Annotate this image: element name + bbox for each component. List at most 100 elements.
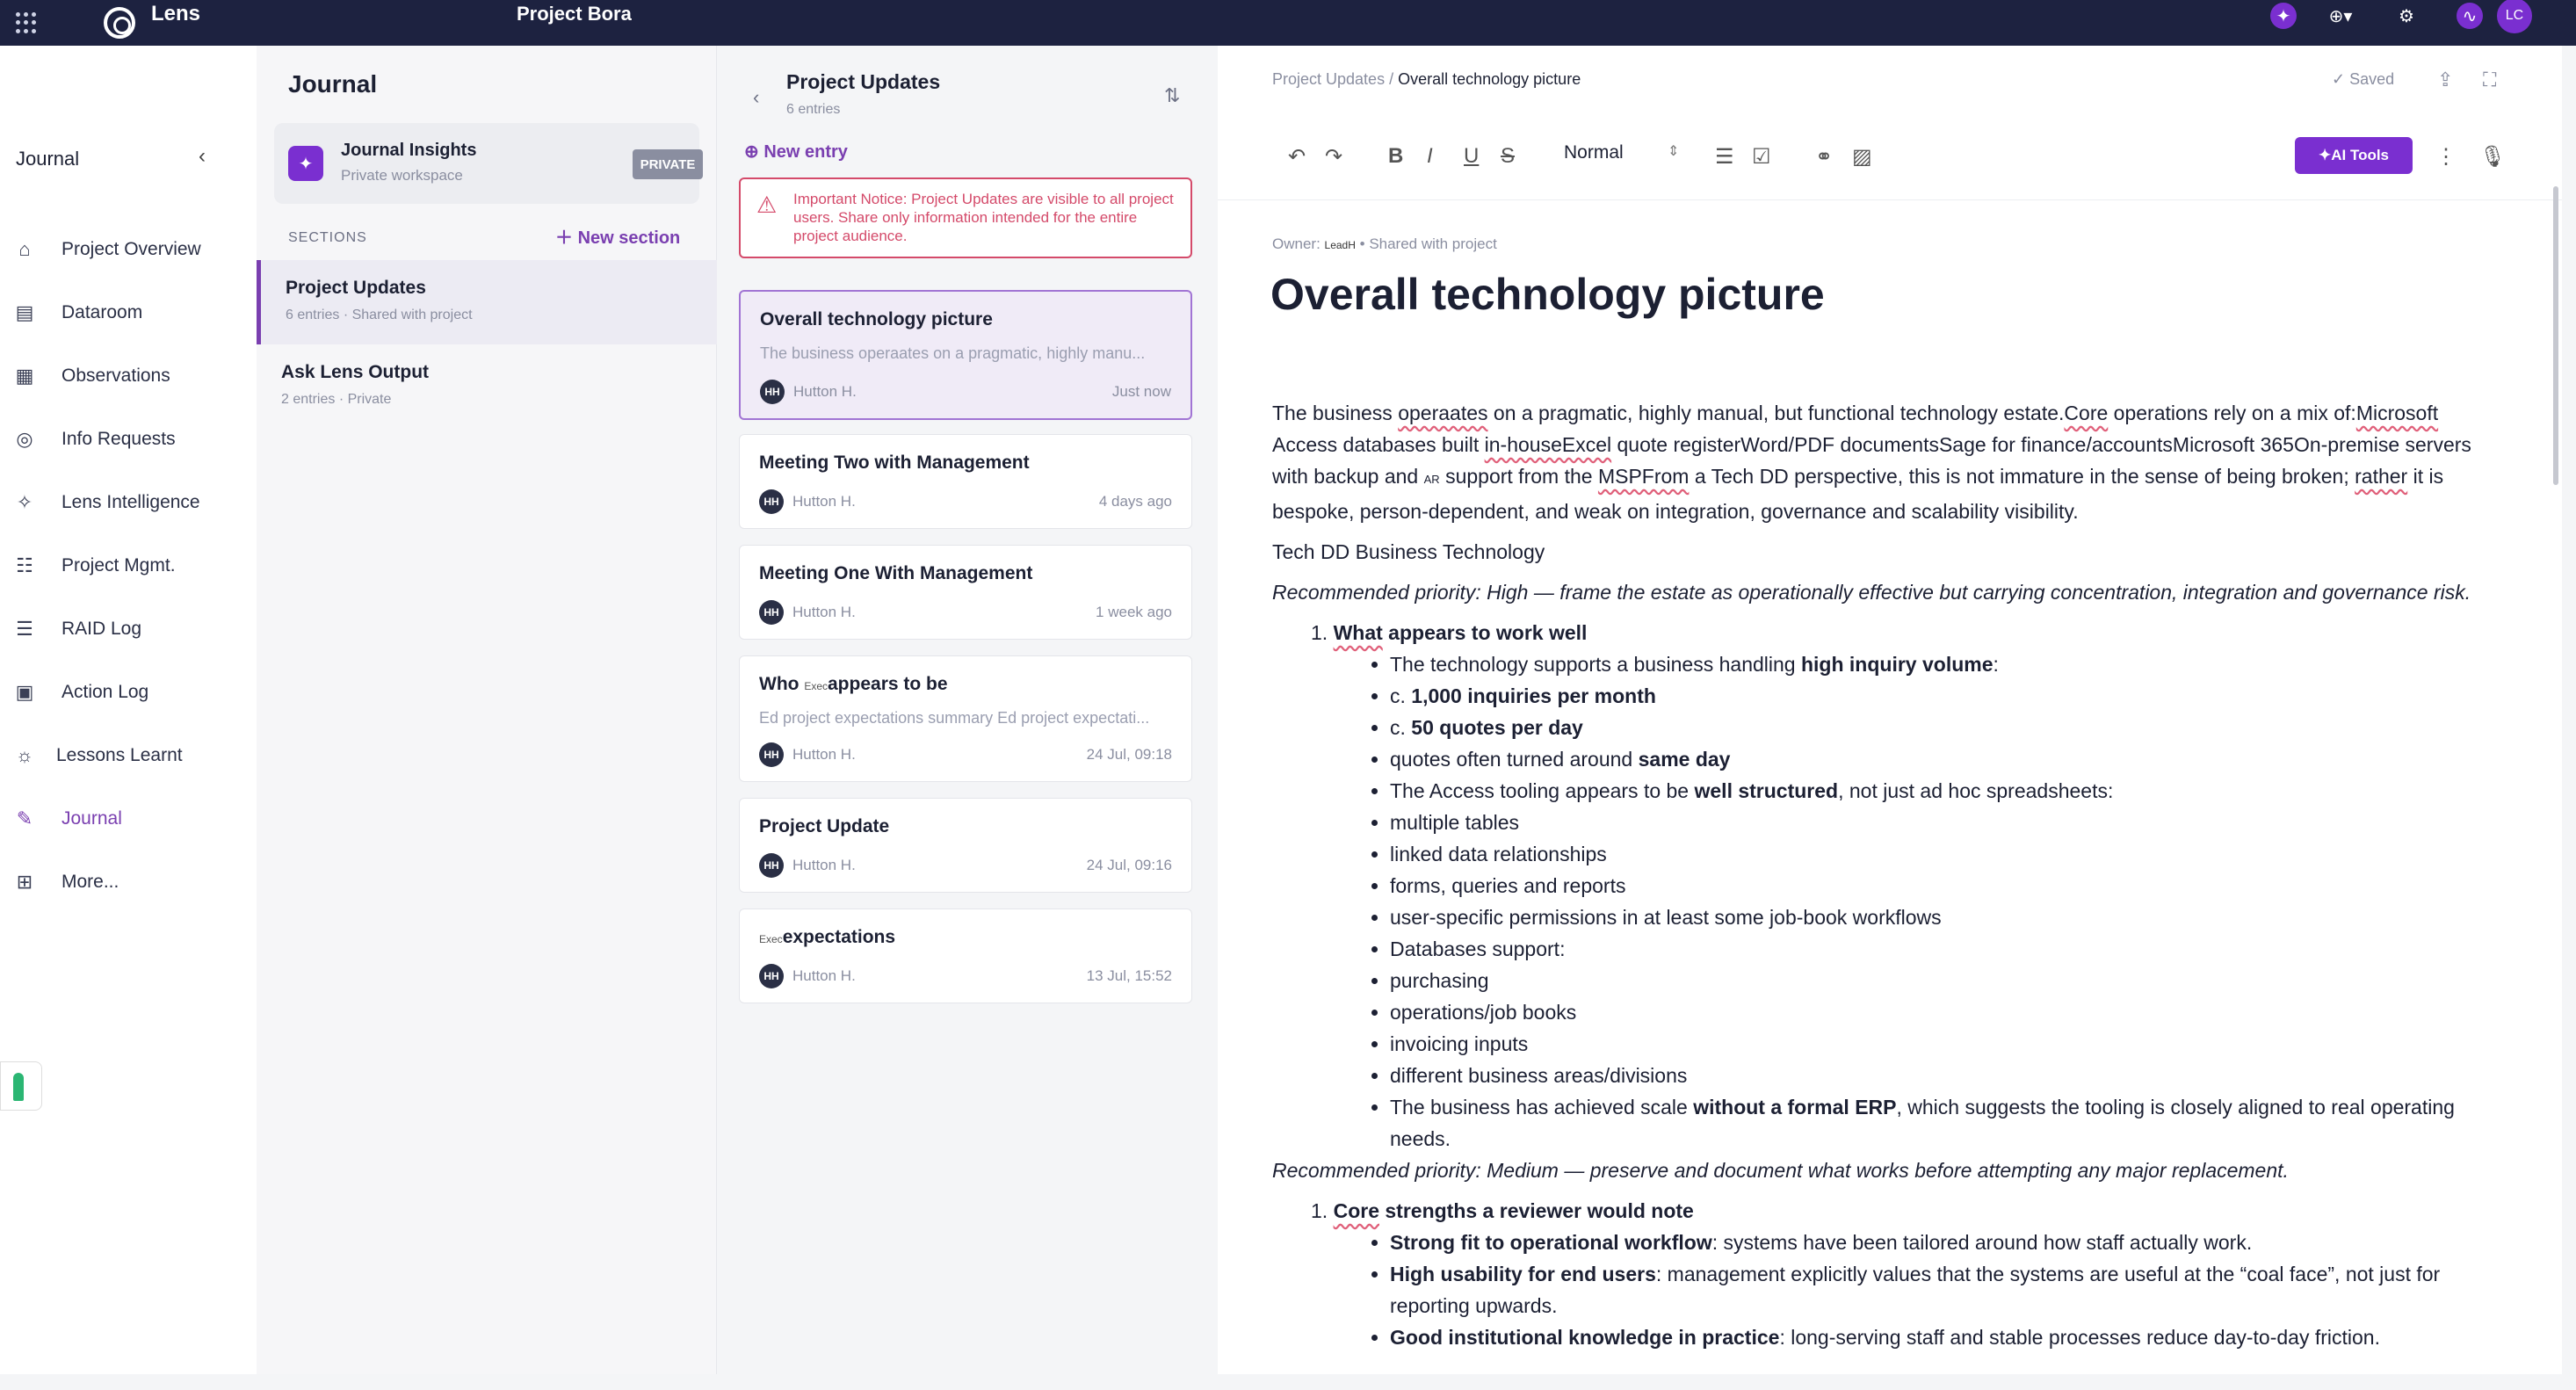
entry-title: Meeting Two with Management: [759, 452, 1030, 473]
entry-time: 1 week ago: [1096, 604, 1172, 620]
app-launcher-icon[interactable]: [16, 12, 37, 33]
entry-title-text: appears to be: [828, 674, 948, 694]
journal-sections-panel: Journal ✦ Journal Insights Private works…: [257, 46, 717, 1374]
journal-icon: ✎: [16, 807, 33, 829]
nav-item-more[interactable]: ⊞ More...: [0, 859, 257, 905]
sparkle-icon: ✧: [16, 491, 33, 513]
entry-title: Execexpectations: [759, 927, 895, 948]
new-section-label: New section: [577, 228, 681, 248]
project-name[interactable]: Project Bora: [517, 0, 632, 28]
feedback-tab[interactable]: [0, 1061, 42, 1111]
entry-card[interactable]: Execexpectations HH Hutton H. 13 Jul, 15…: [739, 909, 1192, 1003]
bold-text: same day: [1638, 748, 1731, 771]
list-item: Good institutional knowledge in practice…: [1390, 1321, 2502, 1353]
nav-item-project-mgmt[interactable]: ☷ Project Mgmt.: [0, 543, 257, 589]
nav-item-project-overview[interactable]: ⌂ Project Overview: [0, 227, 257, 272]
section-name: Ask Lens Output: [281, 362, 430, 382]
misspelled-word: in-houseExcel: [1484, 433, 1612, 456]
nav-label: Lessons Learnt: [56, 745, 183, 765]
link-icon[interactable]: ⚭: [1815, 144, 1833, 170]
section-ask-lens-output[interactable]: Ask Lens Output 2 entries · Private: [257, 344, 717, 429]
entry-card[interactable]: Overall technology picture The business …: [739, 290, 1192, 420]
ai-tools-button[interactable]: ✦ AI Tools: [2295, 137, 2413, 174]
more-options-icon[interactable]: ⋮: [2435, 144, 2457, 170]
entry-card[interactable]: Meeting Two with Management HH Hutton H.…: [739, 434, 1192, 529]
text-style-select[interactable]: Normal ⇕: [1564, 142, 1679, 174]
breadcrumb-current: Overall technology picture: [1398, 70, 1581, 88]
nav-label: RAID Log: [62, 619, 142, 639]
activity-pulse-icon[interactable]: ∿: [2457, 3, 2483, 29]
notice-text: Important Notice: Project Updates are vi…: [793, 191, 1174, 244]
section-meta: 6 entries · Shared with project: [286, 308, 473, 322]
brand-name: Lens: [151, 2, 201, 25]
settings-gear-icon[interactable]: ⚙: [2393, 3, 2420, 29]
text: The Access tooling appears to be: [1390, 779, 1695, 802]
bold-text: high inquiry volume: [1800, 653, 1994, 676]
nav-header: Journal: [16, 148, 80, 170]
italic-icon[interactable]: I: [1427, 144, 1433, 169]
nav-item-action-log[interactable]: ▣ Action Log: [0, 670, 257, 715]
entry-card[interactable]: Who Execappears to be Ed project expecta…: [739, 655, 1192, 782]
fullscreen-icon[interactable]: ⛶: [2483, 69, 2496, 91]
back-chevron-icon[interactable]: ‹: [753, 86, 759, 109]
bullet-list: The technology supports a business handl…: [1390, 648, 2502, 1155]
ai-assistant-icon[interactable]: ✦: [2270, 3, 2297, 29]
add-menu-icon[interactable]: ⊕▾: [2319, 3, 2362, 29]
entry-author: Hutton H.: [792, 493, 856, 510]
raid-icon: ☰: [16, 618, 33, 640]
nav-item-dataroom[interactable]: ▤ Dataroom: [0, 290, 257, 336]
nav-item-info-requests[interactable]: ◎ Info Requests: [0, 416, 257, 462]
share-icon[interactable]: ⇪: [2437, 69, 2453, 91]
document-title[interactable]: Overall technology picture: [1270, 269, 1825, 320]
strikethrough-icon[interactable]: S: [1501, 144, 1515, 169]
left-navigation: Journal ‹ ⌂ Project Overview ▤ Dataroom ▦ O…: [0, 46, 257, 1374]
nav-item-raid-log[interactable]: ☰ RAID Log: [0, 606, 257, 652]
author-avatar: HH: [759, 489, 784, 514]
text: Access databases built: [1272, 433, 1485, 456]
nav-label: Lens Intelligence: [62, 492, 200, 512]
nav-item-lessons-learnt[interactable]: ☼ Lessons Learnt: [0, 733, 257, 778]
bold-text: Good institutional knowledge in practice: [1390, 1326, 1780, 1349]
collapse-nav-icon[interactable]: ‹: [199, 144, 206, 169]
home-icon: ⌂: [18, 238, 31, 260]
new-section-button[interactable]: ＋ New section: [555, 223, 680, 249]
underline-icon[interactable]: U: [1464, 144, 1479, 169]
entry-card[interactable]: Project Update HH Hutton H. 24 Jul, 09:1…: [739, 798, 1192, 893]
document-body[interactable]: The business operaates on a pragmatic, h…: [1272, 397, 2502, 1353]
priority-note: Recommended priority: Medium — preserve …: [1272, 1159, 2289, 1182]
section-project-updates[interactable]: Project Updates 6 entries · Shared with …: [257, 260, 717, 344]
list-item: quotes often turned around same day: [1390, 743, 2502, 775]
bullet-list-icon[interactable]: ☰: [1715, 144, 1734, 170]
list-item: Strong fit to operational workflow: syst…: [1390, 1227, 2502, 1258]
breadcrumb-parent[interactable]: Project Updates: [1272, 70, 1385, 88]
entry-time: 4 days ago: [1098, 493, 1172, 510]
nav-label: Dataroom: [62, 302, 143, 322]
sort-icon[interactable]: ⇅: [1164, 84, 1180, 107]
list-item: multiple tables: [1390, 807, 2502, 838]
text: c.: [1390, 716, 1412, 739]
nav-label: Project Mgmt.: [62, 555, 176, 576]
microphone-icon[interactable]: 🎙: [2479, 144, 2506, 170]
editor-scrollbar[interactable]: [2553, 186, 2558, 485]
user-avatar[interactable]: LC: [2497, 0, 2532, 33]
entry-card[interactable]: Meeting One With Management HH Hutton H.…: [739, 545, 1192, 640]
image-icon[interactable]: ▨: [1852, 144, 1872, 170]
entry-title-mention: Exec: [759, 933, 783, 945]
entry-time: 24 Jul, 09:16: [1086, 857, 1172, 873]
nav-item-lens-intelligence[interactable]: ✧ Lens Intelligence: [0, 480, 257, 525]
checklist-icon[interactable]: ☑: [1752, 144, 1771, 170]
nav-item-observations[interactable]: ▦ Observations: [0, 353, 257, 399]
section-meta: 2 entries · Private: [281, 392, 392, 407]
warning-icon: ⚠: [756, 192, 778, 218]
mention-tag: AR: [1423, 473, 1440, 486]
author-avatar: HH: [760, 380, 785, 404]
nav-item-journal[interactable]: ✎ Journal: [0, 796, 257, 842]
sparkle-icon: ✦: [2318, 147, 2332, 163]
bold-icon[interactable]: B: [1388, 144, 1403, 169]
journal-insights-card[interactable]: ✦ Journal Insights Private workspace PRI…: [274, 123, 703, 204]
check-icon: ✓: [2332, 70, 2350, 88]
new-entry-button[interactable]: ⊕ New entry: [744, 141, 848, 163]
redo-icon[interactable]: ↷: [1325, 144, 1342, 170]
undo-icon[interactable]: ↶: [1288, 144, 1306, 170]
plus-icon: ＋: [555, 228, 578, 248]
